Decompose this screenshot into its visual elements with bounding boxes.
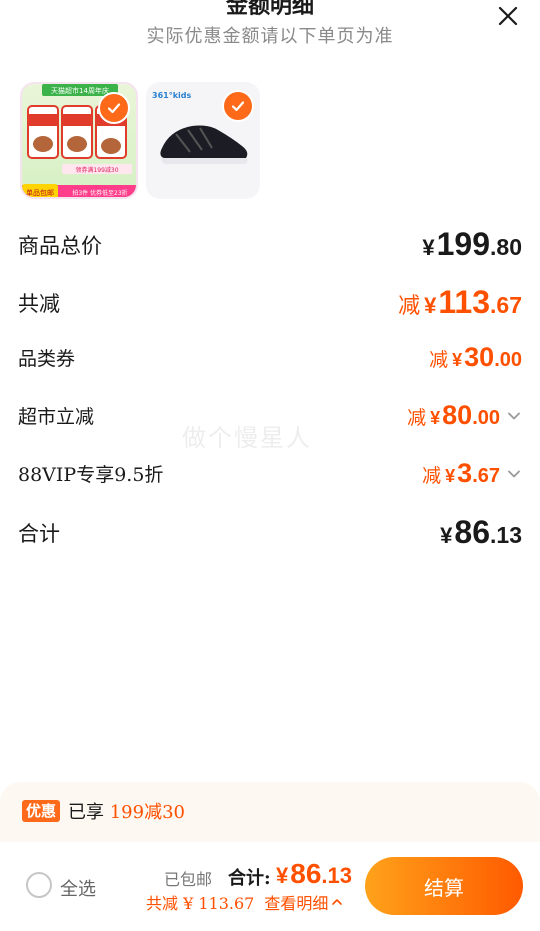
checkmark-icon: [231, 101, 245, 112]
price-decimal: .13: [321, 863, 352, 888]
total-discount-label: 共减: [18, 291, 60, 316]
total-discount-price: 减 ¥ 113 .67: [398, 284, 522, 321]
price-decimal: .00: [494, 349, 522, 371]
price-decimal: .13: [490, 522, 522, 548]
currency-symbol: ¥: [440, 523, 453, 548]
view-details-link[interactable]: 查看明细: [264, 890, 328, 914]
price-decimal: .67: [472, 465, 500, 487]
currency-symbol: ¥: [276, 863, 289, 888]
footer-total-price: ¥ 86 .13: [276, 858, 352, 890]
shipping-label: 已包邮: [164, 870, 213, 889]
vip-discount-price: 减 ¥ 3 .67: [422, 458, 522, 489]
currency-symbol: ¥: [424, 293, 437, 318]
product-thumb-mushroom[interactable]: 天猫超市14周年庆 领券满199减30 拍3件 优券低至23折 单品包邮: [20, 82, 138, 199]
close-button[interactable]: [494, 2, 522, 30]
minus-label: 减: [398, 294, 421, 319]
saved-line: 共减 ¥ 113.67 查看明细: [146, 890, 344, 914]
vip-discount-row[interactable]: 88VIP专享9.5折 减 ¥ 3 .67: [18, 458, 522, 489]
price-integer: 80: [442, 400, 473, 430]
price-integer: 86: [290, 858, 322, 889]
chevron-down-icon[interactable]: [506, 408, 522, 424]
footer-total-label: 合计:: [228, 868, 271, 889]
supermarket-discount-label: 超市立减: [18, 406, 95, 428]
promo-text: 已享 199减30: [68, 798, 185, 824]
price-decimal: .00: [472, 407, 500, 429]
category-coupon-label: 品类券: [18, 348, 76, 370]
minus-label: 减: [407, 407, 427, 429]
currency-symbol: ¥: [422, 235, 435, 260]
saved-amount: 共减 ¥ 113.67: [146, 894, 255, 913]
vip-discount-label: 88VIP专享9.5折: [18, 464, 164, 486]
sum-price: ¥ 86 .13: [440, 514, 522, 551]
select-all-radio[interactable]: [26, 872, 52, 898]
promo-highlight: 199减30: [109, 802, 185, 823]
product-select-check[interactable]: [222, 90, 254, 122]
total-discount-row: 共减 减 ¥ 113 .67: [18, 284, 522, 321]
chevron-down-icon[interactable]: [506, 466, 522, 482]
goods-total-label: 商品总价: [18, 233, 102, 258]
category-coupon-row: 品类券 减 ¥ 30 .00: [18, 342, 522, 373]
price-integer: 113: [438, 284, 491, 320]
product-select-check[interactable]: [98, 92, 130, 124]
sum-row: 合计 ¥ 86 .13: [18, 514, 522, 551]
price-integer: 86: [454, 514, 491, 550]
watermark-text: 做个慢星人: [182, 424, 312, 452]
supermarket-discount-price: 减 ¥ 80 .00: [407, 400, 522, 431]
price-integer: 199: [436, 226, 491, 262]
price-integer: 3: [457, 458, 473, 488]
price-decimal: .67: [490, 292, 522, 318]
product-tag-text: 单品包邮: [26, 188, 54, 197]
checkmark-icon: [107, 103, 121, 114]
currency-symbol: ¥: [445, 466, 456, 486]
select-all-label[interactable]: 全选: [60, 875, 96, 901]
goods-total-price: ¥ 199 .80: [422, 226, 522, 263]
page-subtitle: 实际优惠金额请以下单页为准: [146, 26, 394, 47]
goods-total-row: 商品总价 ¥ 199 .80: [18, 226, 522, 263]
page-title: 金额明细: [225, 0, 314, 19]
promo-badge: 优惠: [22, 800, 61, 822]
checkout-button[interactable]: 结算: [365, 857, 523, 915]
minus-label: 减: [429, 349, 449, 371]
product-banner-text: 天猫超市14周年庆: [51, 86, 109, 95]
product-coupon-text: 领券满199减30: [75, 166, 118, 174]
price-integer: 30: [464, 342, 495, 372]
product-thumbnails: 天猫超市14周年庆 领券满199减30 拍3件 优券低至23折 单品包邮 361…: [20, 82, 260, 199]
category-coupon-price: 减 ¥ 30 .00: [429, 342, 522, 373]
product-thumb-sneaker[interactable]: 361°kids: [146, 82, 260, 199]
product-promo-text: 拍3件 优券低至23折: [72, 189, 127, 197]
sneaker-brand-text: 361°kids: [152, 91, 191, 100]
currency-symbol: ¥: [430, 408, 441, 428]
price-decimal: .80: [490, 234, 522, 260]
sum-label: 合计: [18, 521, 60, 546]
promo-prefix: 已享: [68, 802, 104, 823]
close-icon: [498, 6, 518, 26]
minus-label: 减: [422, 465, 442, 487]
currency-symbol: ¥: [452, 350, 463, 370]
chevron-up-icon[interactable]: [330, 895, 344, 909]
